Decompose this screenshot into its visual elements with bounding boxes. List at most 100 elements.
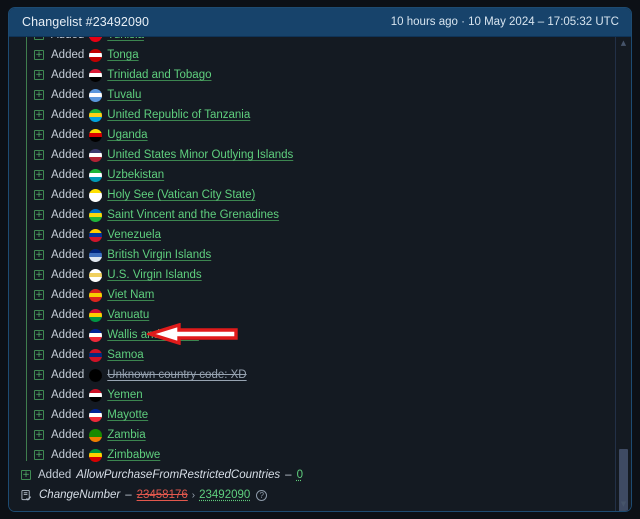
- country-link[interactable]: United Republic of Tanzania: [107, 109, 250, 121]
- list-item-allow-purchase[interactable]: + Added AllowPurchaseFromRestrictedCount…: [9, 465, 631, 485]
- change-verb: Added: [51, 89, 85, 101]
- list-item[interactable]: + Added Yemen: [9, 385, 631, 405]
- expand-icon[interactable]: +: [34, 370, 44, 380]
- country-link[interactable]: Venezuela: [107, 229, 161, 241]
- expand-icon[interactable]: +: [21, 470, 31, 480]
- country-flag-icon: [89, 168, 103, 182]
- list-item[interactable]: + Added United States Minor Outlying Islan…: [9, 145, 631, 165]
- list-item[interactable]: + Added Wallis and Futuna: [9, 325, 631, 345]
- expand-icon[interactable]: +: [34, 310, 44, 320]
- country-flag-icon: [89, 188, 103, 202]
- list-item[interactable]: + Added Venezuela: [9, 225, 631, 245]
- expand-icon[interactable]: +: [34, 330, 44, 340]
- list-item[interactable]: + Added Saint Vincent and the Grenadines: [9, 205, 631, 225]
- list-item-change-number[interactable]: ChangeNumber – 23458176 › 23492090 ?: [9, 485, 631, 505]
- change-verb: Added: [51, 229, 85, 241]
- country-link[interactable]: Mayotte: [107, 409, 148, 421]
- change-verb: Added: [51, 309, 85, 321]
- list-item[interactable]: + Added Mayotte: [9, 405, 631, 425]
- list-item[interactable]: + Added Trinidad and Tobago: [9, 65, 631, 85]
- expand-icon[interactable]: +: [34, 290, 44, 300]
- list-item[interactable]: + Added Vanuatu: [9, 305, 631, 325]
- country-link[interactable]: Viet Nam: [107, 289, 154, 301]
- change-verb: Added: [51, 169, 85, 181]
- list-item[interactable]: + Added Unknown country code: XD: [9, 365, 631, 385]
- country-flag-icon: [89, 88, 103, 102]
- setting-key: AllowPurchaseFromRestrictedCountries: [76, 469, 281, 481]
- country-link[interactable]: Vanuatu: [107, 309, 149, 321]
- expand-icon[interactable]: +: [34, 230, 44, 240]
- country-link[interactable]: Uganda: [107, 129, 147, 141]
- change-verb: Added: [51, 369, 85, 381]
- expand-icon[interactable]: +: [34, 270, 44, 280]
- list-item[interactable]: + Added Uganda: [9, 125, 631, 145]
- vertical-scrollbar[interactable]: ▲ ▼: [615, 37, 631, 511]
- expand-icon[interactable]: +: [34, 150, 44, 160]
- scroll-up-arrow-icon[interactable]: ▲: [616, 37, 631, 50]
- country-flag-icon: [89, 368, 103, 382]
- change-verb: Added: [51, 449, 85, 461]
- country-link[interactable]: Zimbabwe: [107, 449, 160, 461]
- expand-icon[interactable]: +: [34, 450, 44, 460]
- expand-icon[interactable]: +: [34, 430, 44, 440]
- list-item[interactable]: + Added Zambia: [9, 425, 631, 445]
- list-item[interactable]: + Added Uzbekistan: [9, 165, 631, 185]
- new-change-number[interactable]: 23492090: [199, 489, 250, 501]
- list-item[interactable]: + Added Tunisia: [9, 37, 631, 45]
- expand-icon[interactable]: +: [34, 90, 44, 100]
- help-icon[interactable]: ?: [256, 489, 268, 501]
- list-item[interactable]: + Added Tuvalu: [9, 85, 631, 105]
- country-link[interactable]: Wallis and Futuna: [107, 329, 199, 341]
- country-link[interactable]: Tunisia: [107, 37, 144, 41]
- scroll-down-arrow-icon[interactable]: ▼: [616, 498, 631, 511]
- country-flag-icon: [89, 128, 103, 142]
- changelist-timestamp: 10 hours ago · 10 May 2024 – 17:05:32 UT…: [390, 16, 619, 28]
- list-item[interactable]: + Added Zimbabwe: [9, 445, 631, 465]
- list-item[interactable]: + Added British Virgin Islands: [9, 245, 631, 265]
- country-flag-icon: [89, 268, 103, 282]
- country-change-group: + Added Tunisia + Added Tonga + Added Trinidad a…: [9, 37, 631, 465]
- expand-icon[interactable]: +: [34, 190, 44, 200]
- expand-icon[interactable]: +: [34, 70, 44, 80]
- country-link[interactable]: Trinidad and Tobago: [107, 69, 211, 81]
- country-link[interactable]: Saint Vincent and the Grenadines: [107, 209, 279, 221]
- expand-icon[interactable]: +: [34, 50, 44, 60]
- country-link[interactable]: Tonga: [107, 49, 138, 61]
- page-title: Changelist #23492090: [22, 15, 150, 29]
- value-arrow-separator: ›: [191, 489, 196, 501]
- expand-icon[interactable]: +: [34, 210, 44, 220]
- country-link[interactable]: Unknown country code: XD: [107, 369, 246, 381]
- expand-icon[interactable]: +: [34, 37, 44, 40]
- expand-icon[interactable]: +: [34, 110, 44, 120]
- country-flag-icon: [89, 408, 103, 422]
- country-flag-icon: [89, 428, 103, 442]
- change-verb: Added: [51, 269, 85, 281]
- expand-icon[interactable]: +: [34, 250, 44, 260]
- change-verb: Added: [51, 49, 85, 61]
- country-link[interactable]: United States Minor Outlying Islands: [107, 149, 293, 161]
- country-flag-icon: [89, 328, 103, 342]
- list-item[interactable]: + Added Samoa: [9, 345, 631, 365]
- expand-icon[interactable]: +: [34, 130, 44, 140]
- country-link[interactable]: Uzbekistan: [107, 169, 164, 181]
- list-item[interactable]: + Added Holy See (Vatican City State): [9, 185, 631, 205]
- list-item[interactable]: + Added Viet Nam: [9, 285, 631, 305]
- country-flag-icon: [89, 68, 103, 82]
- country-link[interactable]: Tuvalu: [107, 89, 141, 101]
- country-link[interactable]: Samoa: [107, 349, 143, 361]
- old-change-number[interactable]: 23458176: [137, 489, 188, 501]
- list-item[interactable]: + Added U.S. Virgin Islands: [9, 265, 631, 285]
- country-link[interactable]: Yemen: [107, 389, 142, 401]
- country-link[interactable]: Holy See (Vatican City State): [107, 189, 255, 201]
- expand-icon[interactable]: +: [34, 170, 44, 180]
- country-link[interactable]: British Virgin Islands: [107, 249, 211, 261]
- list-item[interactable]: + Added United Republic of Tanzania: [9, 105, 631, 125]
- document-check-icon: [21, 489, 32, 501]
- country-link[interactable]: Zambia: [107, 429, 145, 441]
- expand-icon[interactable]: +: [34, 350, 44, 360]
- expand-icon[interactable]: +: [34, 410, 44, 420]
- list-item[interactable]: + Added Tonga: [9, 45, 631, 65]
- expand-icon[interactable]: +: [34, 390, 44, 400]
- setting-value[interactable]: 0: [297, 469, 303, 481]
- country-link[interactable]: U.S. Virgin Islands: [107, 269, 201, 281]
